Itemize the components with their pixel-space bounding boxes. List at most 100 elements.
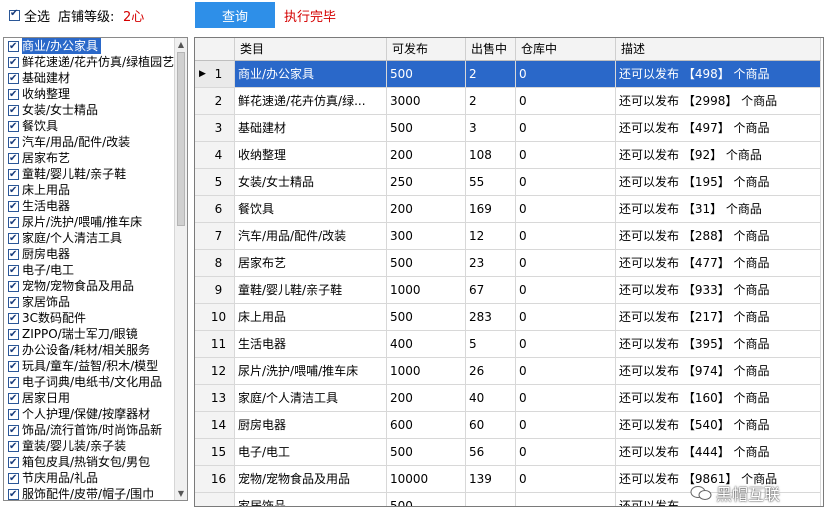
category-checkbox[interactable] <box>8 343 19 358</box>
scroll-up-icon[interactable]: ▲ <box>175 38 187 51</box>
cell-category: 宠物/宠物食品及用品 <box>235 466 387 492</box>
category-checkbox[interactable] <box>8 151 19 166</box>
column-header[interactable]: 出售中 <box>466 38 516 60</box>
category-list-item[interactable]: 基础建材 <box>4 70 176 86</box>
column-header[interactable]: 可发布 <box>387 38 466 60</box>
cell-warehouse: 0 <box>516 169 616 195</box>
category-list-label: 床上用品 <box>22 183 71 197</box>
scroll-thumb[interactable] <box>177 52 185 226</box>
category-checkbox[interactable] <box>8 199 19 214</box>
cell-on-sale: 5 <box>466 331 516 357</box>
cell-warehouse-text: 0 <box>519 94 527 108</box>
category-checkbox[interactable] <box>8 135 19 150</box>
category-list-item[interactable]: 电子/电工 <box>4 262 176 278</box>
category-checkbox[interactable] <box>8 359 19 374</box>
category-list-item[interactable]: 饰品/流行首饰/时尚饰品新 <box>4 422 176 438</box>
column-header[interactable]: 类目 <box>235 38 387 60</box>
category-list-item[interactable]: 玩具/童车/益智/积木/模型 <box>4 358 176 374</box>
category-list-item[interactable]: 餐饮具 <box>4 118 176 134</box>
table-row[interactable]: 13 家庭/个人清洁工具 200 40 0 还可以发布 【160】 个商品 <box>195 385 821 412</box>
table-row[interactable]: 7 汽车/用品/配件/改装 300 12 0 还可以发布 【288】 个商品 <box>195 223 821 250</box>
category-list-item[interactable]: 家庭/个人清洁工具 <box>4 230 176 246</box>
category-list-item[interactable]: 厨房电器 <box>4 246 176 262</box>
column-header[interactable]: 描述 <box>616 38 821 60</box>
category-list-scrollbar[interactable]: ▲ ▼ <box>174 38 187 500</box>
category-list-item[interactable]: 节庆用品/礼品 <box>4 470 176 486</box>
category-list-item[interactable]: 3C数码配件 <box>4 310 176 326</box>
table-row[interactable]: 5 女装/女士精品 250 55 0 还可以发布 【195】 个商品 <box>195 169 821 196</box>
scroll-down-icon[interactable]: ▼ <box>175 487 187 500</box>
category-list-item[interactable]: 童鞋/婴儿鞋/亲子鞋 <box>4 166 176 182</box>
category-list-item[interactable]: 服饰配件/皮带/帽子/围巾 <box>4 486 176 500</box>
category-list-item[interactable]: 女装/女士精品 <box>4 102 176 118</box>
category-checkbox[interactable] <box>8 423 19 438</box>
table-row[interactable]: 6 餐饮具 200 169 0 还可以发布 【31】 个商品 <box>195 196 821 223</box>
category-checkbox[interactable] <box>8 119 19 134</box>
column-header[interactable] <box>195 38 235 60</box>
category-checkbox[interactable] <box>8 183 19 198</box>
category-list-item[interactable]: 箱包皮具/热销女包/男包 <box>4 454 176 470</box>
category-checkbox[interactable] <box>8 487 19 500</box>
table-row[interactable]: 11 生活电器 400 5 0 还可以发布 【395】 个商品 <box>195 331 821 358</box>
category-checkbox[interactable] <box>8 311 19 326</box>
cell-publishable: 200 <box>387 196 466 222</box>
category-list-item[interactable]: 床上用品 <box>4 182 176 198</box>
category-checkbox[interactable] <box>8 231 19 246</box>
category-checklist[interactable]: 商业/办公家具鲜花速递/花卉仿真/绿植园艺基础建材收纳整理女装/女士精品餐饮具汽… <box>3 37 188 501</box>
category-list-item[interactable]: 办公设备/耗材/相关服务 <box>4 342 176 358</box>
category-checkbox[interactable] <box>8 327 19 342</box>
cell-description: 还可以发布 【217】 个商品 <box>616 304 821 330</box>
category-checkbox[interactable] <box>8 295 19 310</box>
category-list-item[interactable]: ZIPPO/瑞士军刀/眼镜 <box>4 326 176 342</box>
select-all-checkbox[interactable] <box>9 8 20 21</box>
category-list-item[interactable]: 宠物/宠物食品及用品 <box>4 278 176 294</box>
table-row[interactable]: 15 电子/电工 500 56 0 还可以发布 【444】 个商品 <box>195 439 821 466</box>
category-list-label: 办公设备/耗材/相关服务 <box>22 343 151 357</box>
category-checkbox[interactable] <box>8 455 19 470</box>
category-checkbox[interactable] <box>8 103 19 118</box>
category-list-item[interactable]: 居家日用 <box>4 390 176 406</box>
table-row[interactable]: 2 鲜花速递/花卉仿真/绿... 3000 2 0 还可以发布 【2998】 个商品 <box>195 88 821 115</box>
category-list-item[interactable]: 收纳整理 <box>4 86 176 102</box>
category-list-label: 箱包皮具/热销女包/男包 <box>22 455 151 469</box>
category-checkbox[interactable] <box>8 55 19 70</box>
category-checkbox[interactable] <box>8 215 19 230</box>
table-row[interactable]: 14 厨房电器 600 60 0 还可以发布 【540】 个商品 <box>195 412 821 439</box>
cell-publishable: 500 <box>387 304 466 330</box>
category-checkbox[interactable] <box>8 39 19 54</box>
table-row[interactable]: 10 床上用品 500 283 0 还可以发布 【217】 个商品 <box>195 304 821 331</box>
category-list-item[interactable]: 汽车/用品/配件/改装 <box>4 134 176 150</box>
category-list-item[interactable]: 生活电器 <box>4 198 176 214</box>
table-row[interactable]: 8 居家布艺 500 23 0 还可以发布 【477】 个商品 <box>195 250 821 277</box>
table-row[interactable]: 4 收纳整理 200 108 0 还可以发布 【92】 个商品 <box>195 142 821 169</box>
category-list-item[interactable]: 个人护理/保健/按摩器材 <box>4 406 176 422</box>
cell-warehouse-text: 0 <box>519 418 527 432</box>
category-checkbox[interactable] <box>8 247 19 262</box>
table-row[interactable]: 9 童鞋/婴儿鞋/亲子鞋 1000 67 0 还可以发布 【933】 个商品 <box>195 277 821 304</box>
category-list-item[interactable]: 居家布艺 <box>4 150 176 166</box>
category-checkbox[interactable] <box>8 375 19 390</box>
category-checkbox[interactable] <box>8 391 19 406</box>
category-list-item[interactable]: 鲜花速递/花卉仿真/绿植园艺 <box>4 54 176 70</box>
category-list-item[interactable]: 家居饰品 <box>4 294 176 310</box>
table-row[interactable]: 3 基础建材 500 3 0 还可以发布 【497】 个商品 <box>195 115 821 142</box>
category-checkbox[interactable] <box>8 263 19 278</box>
category-checkbox[interactable] <box>8 279 19 294</box>
category-checkbox[interactable] <box>8 71 19 86</box>
category-checkbox[interactable] <box>8 407 19 422</box>
row-number: 7 <box>195 223 235 249</box>
category-list-item[interactable]: 电子词典/电纸书/文化用品 <box>4 374 176 390</box>
query-button[interactable]: 查询 <box>195 2 275 28</box>
column-header[interactable]: 仓库中 <box>516 38 616 60</box>
row-number: 8 <box>195 250 235 276</box>
category-checkbox[interactable] <box>8 167 19 182</box>
category-checkbox[interactable] <box>8 439 19 454</box>
category-list-item[interactable]: 尿片/洗护/喂哺/推车床 <box>4 214 176 230</box>
category-list-item[interactable]: 商业/办公家具 <box>4 38 176 54</box>
cell-warehouse: 0 <box>516 412 616 438</box>
table-row[interactable]: 12 尿片/洗护/喂哺/推车床 1000 26 0 还可以发布 【974】 个商品 <box>195 358 821 385</box>
category-checkbox[interactable] <box>8 87 19 102</box>
category-list-item[interactable]: 童装/婴儿装/亲子装 <box>4 438 176 454</box>
table-row[interactable]: ▶ 1 商业/办公家具 500 2 0 还可以发布 【498】 个商品 <box>195 61 821 88</box>
category-checkbox[interactable] <box>8 471 19 486</box>
